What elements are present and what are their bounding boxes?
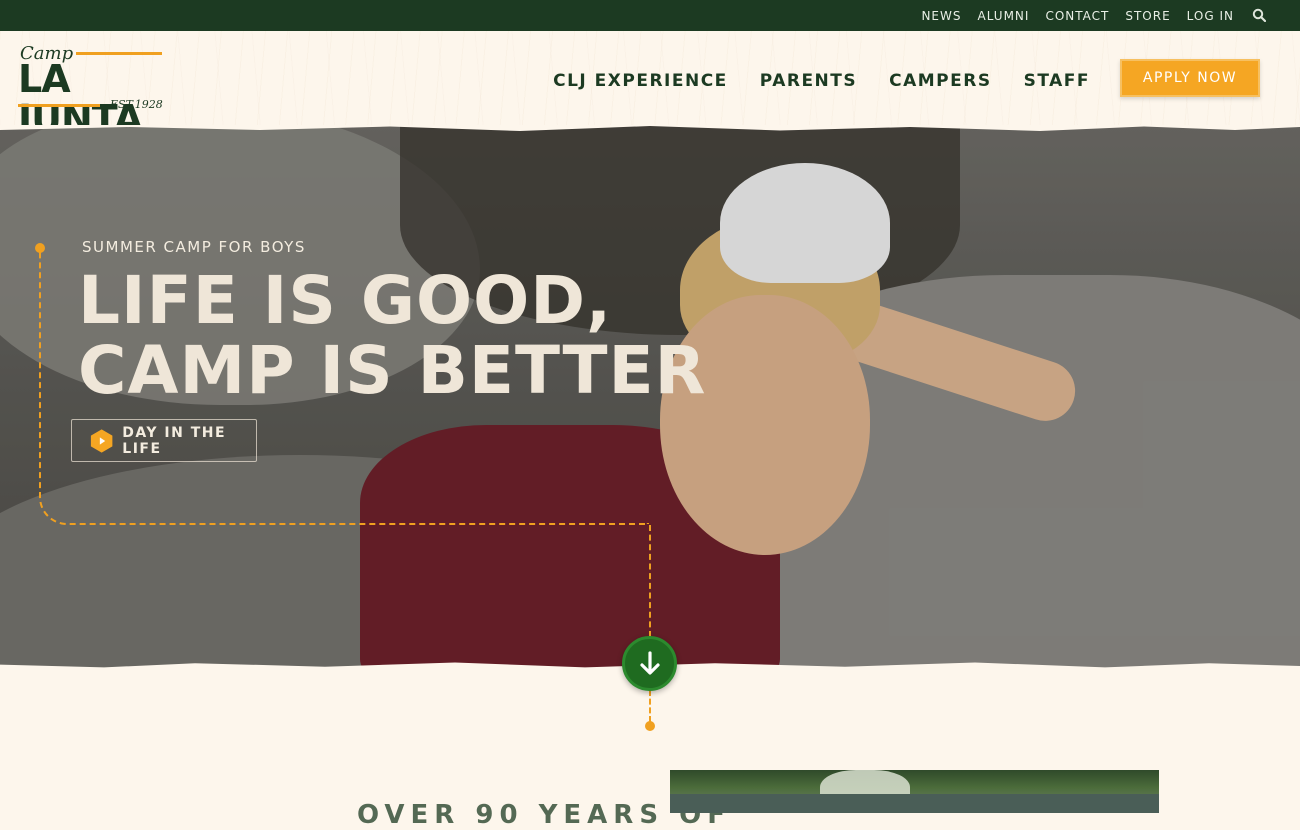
- trail-dot: [35, 243, 45, 253]
- utility-link-news[interactable]: NEWS: [921, 9, 961, 23]
- main-nav: CLJ EXPERIENCE PARENTS CAMPERS STAFF: [553, 71, 1090, 91]
- utility-link-contact[interactable]: CONTACT: [1045, 9, 1109, 23]
- site-header: Camp LA JUNTA EST.1928 CLJ EXPERIENCE PA…: [0, 31, 1300, 139]
- apply-now-button[interactable]: APPLY NOW: [1120, 59, 1260, 97]
- logo-accent-bar: [76, 52, 162, 55]
- nav-parents[interactable]: PARENTS: [760, 71, 857, 91]
- play-hexagon-icon: [90, 428, 113, 453]
- hero-eyebrow: SUMMER CAMP FOR BOYS: [82, 238, 306, 256]
- trail-dot: [645, 721, 655, 731]
- hero-headline: LIFE IS GOOD, CAMP IS BETTER: [78, 266, 706, 406]
- search-icon[interactable]: [1252, 8, 1266, 22]
- nav-clj-experience[interactable]: CLJ EXPERIENCE: [553, 71, 728, 91]
- nav-campers[interactable]: CAMPERS: [889, 71, 991, 91]
- scroll-down-button[interactable]: [622, 636, 677, 691]
- day-in-the-life-label: DAY IN THE LIFE: [122, 424, 227, 457]
- utility-link-store[interactable]: STORE: [1125, 9, 1170, 23]
- dashed-trail: [649, 525, 651, 637]
- arrow-down-icon: [639, 650, 660, 675]
- logo-established: EST.1928: [110, 98, 163, 111]
- utility-link-alumni[interactable]: ALUMNI: [977, 9, 1029, 23]
- section-photo: [670, 770, 1159, 813]
- utility-bar: NEWS ALUMNI CONTACT STORE LOG IN: [0, 0, 1300, 31]
- day-in-the-life-button[interactable]: DAY IN THE LIFE: [71, 419, 257, 462]
- utility-links: NEWS ALUMNI CONTACT STORE LOG IN: [921, 0, 1234, 31]
- hero-headline-line: CAMP IS BETTER: [78, 332, 707, 409]
- logo-accent-bar: [18, 104, 100, 107]
- nav-staff[interactable]: STAFF: [1024, 71, 1090, 91]
- section-photo-river: [670, 794, 1159, 813]
- dashed-trail: [649, 690, 651, 722]
- utility-link-login[interactable]: LOG IN: [1187, 9, 1234, 23]
- hero-headline-line: LIFE IS GOOD,: [78, 262, 613, 339]
- camp-la-junta-logo[interactable]: Camp LA JUNTA EST.1928: [18, 43, 164, 139]
